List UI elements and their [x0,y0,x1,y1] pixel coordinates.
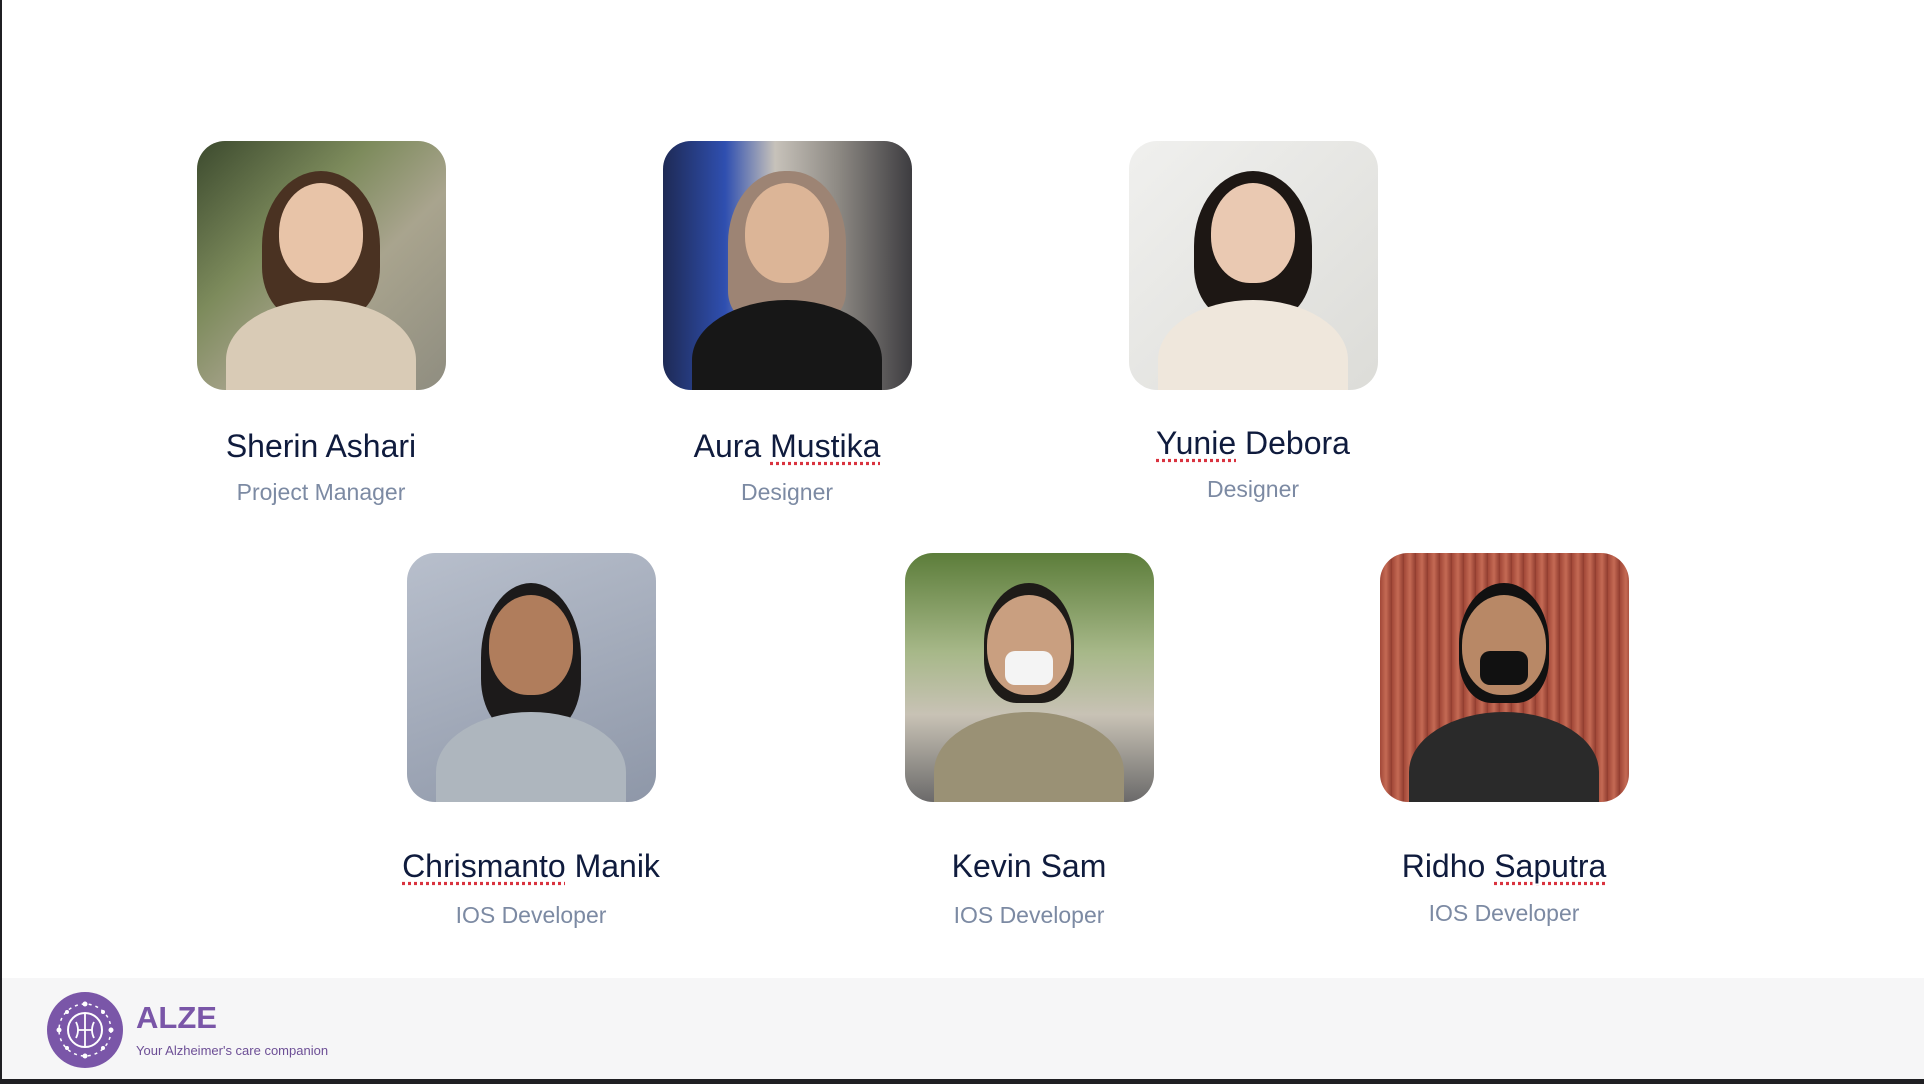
member-role: Designer [1206,476,1300,502]
member-name: Chrismanto Manik [402,848,660,884]
member-name: Aura Mustika [693,428,881,464]
photo-sherin [196,141,446,390]
footer: ALZE Your Alzheimer's care companion [2,978,1924,1079]
team-card-aura: Aura Mustika Designer [657,141,917,506]
photo-aura [662,141,912,390]
team-card-ridho: Ridho Saputra IOS Developer [1374,553,1634,927]
team-card-yunie: Yunie Debora Designer [1123,141,1383,503]
member-role: IOS Developer [455,902,607,928]
alze-logo-icon[interactable] [47,992,123,1068]
team-card-kevin: Kevin Sam IOS Developer [899,553,1159,929]
member-name: Ridho Saputra [1401,848,1607,884]
page: Sherin Ashari Project Manager Aura Musti… [2,0,1924,1079]
photo-yunie [1128,141,1378,390]
brand-tagline: Your Alzheimer's care companion [136,1043,329,1058]
photo-ridho [1379,553,1629,802]
member-name: Sherin Ashari [225,428,417,464]
photo-chrismanto [406,553,656,802]
member-name: Kevin Sam [951,848,1107,884]
team-card-sherin: Sherin Ashari Project Manager [191,141,451,506]
member-role: Project Manager [236,479,406,505]
member-role: IOS Developer [1428,900,1580,926]
photo-kevin [904,553,1154,802]
team-card-chrismanto: Chrismanto Manik IOS Developer [401,553,661,929]
member-role: Designer [740,479,834,505]
member-role: IOS Developer [953,902,1105,928]
member-name: Yunie Debora [1156,425,1350,461]
brand-name[interactable]: ALZE [136,1000,217,1036]
